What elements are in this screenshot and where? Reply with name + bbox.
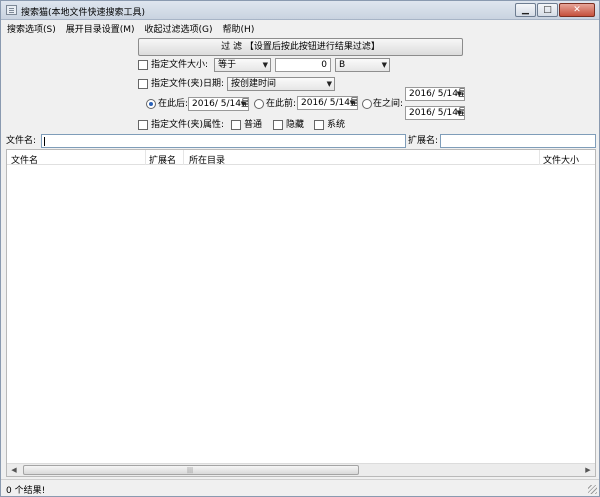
col-extension[interactable]: 扩展名 — [149, 153, 176, 166]
column-divider[interactable] — [183, 150, 184, 165]
column-divider[interactable] — [539, 150, 540, 165]
date-mode-select[interactable]: 按创建时间 ▼ — [227, 77, 335, 91]
size-operator-select[interactable]: 等于 ▼ — [214, 58, 271, 72]
title-bar[interactable]: 搜索猫(本地文件快速搜索工具) ▁ □ ✕ — [1, 1, 599, 20]
after-date-label: 在此后: — [158, 99, 189, 109]
date-filter-label: 指定文件(夹)日期: — [151, 79, 225, 89]
col-directory[interactable]: 所在目录 — [189, 153, 225, 166]
size-value-input[interactable]: 0 — [275, 58, 331, 72]
window-controls: ▁ □ ✕ — [515, 3, 595, 17]
results-list[interactable]: 文件名 扩展名 所在目录 文件大小 ◀ ||| ▶ — [6, 149, 596, 477]
app-icon — [6, 5, 17, 15]
chevron-down-icon: ▼ — [456, 109, 462, 117]
attr-normal-label: 普通 — [244, 120, 263, 130]
result-count: 0 个结果! — [6, 486, 46, 496]
between-date-label: 在之间: — [373, 99, 404, 109]
size-unit-value: B — [339, 60, 346, 70]
scroll-grip-icon: ||| — [187, 467, 194, 474]
chevron-down-icon: ▼ — [381, 61, 387, 69]
attr-hidden-label: 隐藏 — [286, 120, 305, 130]
menu-collapse-filter[interactable]: 收起过滤选项(G) — [139, 20, 217, 35]
chevron-down-icon: ▼ — [326, 80, 332, 88]
app-window: 搜索猫(本地文件快速搜索工具) ▁ □ ✕ 搜索选项(S) 展开目录设置(M) … — [0, 0, 600, 497]
maximize-icon: □ — [543, 5, 552, 15]
date-filter-checkbox[interactable] — [138, 79, 148, 89]
attr-system-label: 系统 — [327, 120, 346, 130]
col-filename[interactable]: 文件名 — [11, 153, 38, 166]
chevron-down-icon: ▼ — [240, 100, 246, 108]
attr-filter-label: 指定文件(夹)属性: — [151, 120, 225, 130]
chevron-down-icon: ▼ — [456, 90, 462, 98]
minimize-icon: ▁ — [522, 5, 529, 15]
resize-grip-icon[interactable] — [588, 485, 597, 494]
col-filesize[interactable]: 文件大小 — [543, 153, 579, 166]
before-date-picker[interactable]: 2016/ 5/14星 ▼ — [297, 96, 358, 110]
menu-expand-dir-settings[interactable]: 展开目录设置(M) — [60, 20, 139, 35]
filename-label: 文件名: — [6, 136, 37, 146]
chevron-down-icon: ▼ — [349, 99, 355, 107]
attr-system-checkbox[interactable] — [314, 120, 324, 130]
attr-hidden-checkbox[interactable] — [273, 120, 283, 130]
before-date-label: 在此前: — [266, 99, 297, 109]
minimize-button[interactable]: ▁ — [515, 3, 536, 17]
status-bar: 0 个结果! — [1, 479, 599, 496]
date-mode-value: 按创建时间 — [231, 79, 277, 89]
horizontal-scrollbar[interactable]: ◀ ||| ▶ — [7, 463, 595, 476]
size-unit-select[interactable]: B ▼ — [335, 58, 390, 72]
attr-normal-checkbox[interactable] — [231, 120, 241, 130]
attr-filter-checkbox[interactable] — [138, 120, 148, 130]
scroll-right-icon[interactable]: ▶ — [581, 464, 595, 476]
filter-button[interactable]: 过 滤 【设置后按此按钮进行结果过滤】 — [138, 38, 463, 56]
column-divider[interactable] — [145, 150, 146, 165]
window-title: 搜索猫(本地文件快速搜索工具) — [21, 8, 146, 18]
between-date-radio[interactable] — [362, 99, 372, 109]
scroll-thumb[interactable]: ||| — [23, 465, 359, 475]
menu-help[interactable]: 帮助(H) — [217, 20, 259, 35]
size-filter-label: 指定文件大小: — [151, 60, 209, 70]
between-to-date-picker[interactable]: 2016/ 5/14星 ▼ — [405, 106, 465, 120]
scroll-left-icon[interactable]: ◀ — [7, 464, 21, 476]
menu-search-options[interactable]: 搜索选项(S) — [1, 20, 60, 35]
between-from-date-picker[interactable]: 2016/ 5/14星 ▼ — [405, 87, 465, 101]
column-header: 文件名 扩展名 所在目录 文件大小 — [7, 150, 595, 166]
filename-input[interactable] — [41, 134, 406, 148]
size-operator-value: 等于 — [218, 60, 237, 70]
menu-bar: 搜索选项(S) 展开目录设置(M) 收起过滤选项(G) 帮助(H) — [1, 20, 599, 35]
after-date-picker[interactable]: 2016/ 5/14星 ▼ — [188, 97, 249, 111]
chevron-down-icon: ▼ — [262, 61, 268, 69]
close-button[interactable]: ✕ — [559, 3, 595, 17]
size-filter-checkbox[interactable] — [138, 60, 148, 70]
before-date-radio[interactable] — [254, 99, 264, 109]
maximize-button[interactable]: □ — [537, 3, 558, 17]
text-caret — [44, 137, 45, 146]
close-icon: ✕ — [573, 5, 581, 15]
extension-input[interactable] — [440, 134, 596, 148]
extension-label: 扩展名: — [408, 136, 439, 146]
after-date-radio[interactable] — [146, 99, 156, 109]
